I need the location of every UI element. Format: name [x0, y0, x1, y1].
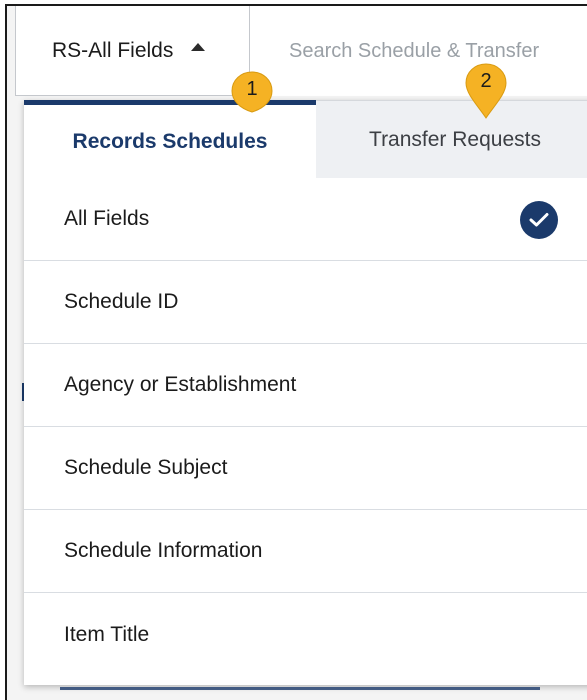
option-label: Schedule ID [64, 290, 179, 313]
option-all-fields[interactable]: All Fields [24, 178, 587, 261]
underline-divider [60, 687, 540, 690]
option-label: All Fields [64, 207, 150, 230]
field-filter-dropdown-panel: Records Schedules Transfer Requests All … [24, 100, 587, 685]
option-schedule-information[interactable]: Schedule Information [24, 510, 587, 593]
option-agency-or-establishment[interactable]: Agency or Establishment [24, 344, 587, 427]
tab-transfer-requests[interactable]: Transfer Requests [316, 100, 587, 178]
field-filter-label: RS-All Fields [52, 38, 174, 62]
callout-marker-1: 1 [230, 70, 274, 114]
tab-label: Records Schedules [72, 129, 268, 153]
option-label: Schedule Information [64, 539, 263, 562]
search-input[interactable] [255, 6, 587, 96]
callout-number: 1 [246, 78, 258, 100]
option-label: Schedule Subject [64, 456, 228, 479]
option-label: Item Title [64, 622, 150, 646]
caret-up-icon [191, 42, 206, 51]
option-label: Agency or Establishment [64, 373, 297, 396]
check-circle-icon [520, 201, 558, 239]
option-item-title[interactable]: Item Title [24, 593, 587, 676]
field-filter-dropdown-button[interactable]: RS-All Fields [15, 6, 250, 96]
option-schedule-id[interactable]: Schedule ID [24, 261, 587, 344]
option-schedule-subject[interactable]: Schedule Subject [24, 427, 587, 510]
callout-marker-2: 2 [464, 62, 508, 119]
field-options-list: All Fields Schedule ID Agency or Establi… [24, 178, 587, 676]
tab-label: Transfer Requests [369, 127, 541, 151]
callout-number: 2 [480, 70, 492, 92]
